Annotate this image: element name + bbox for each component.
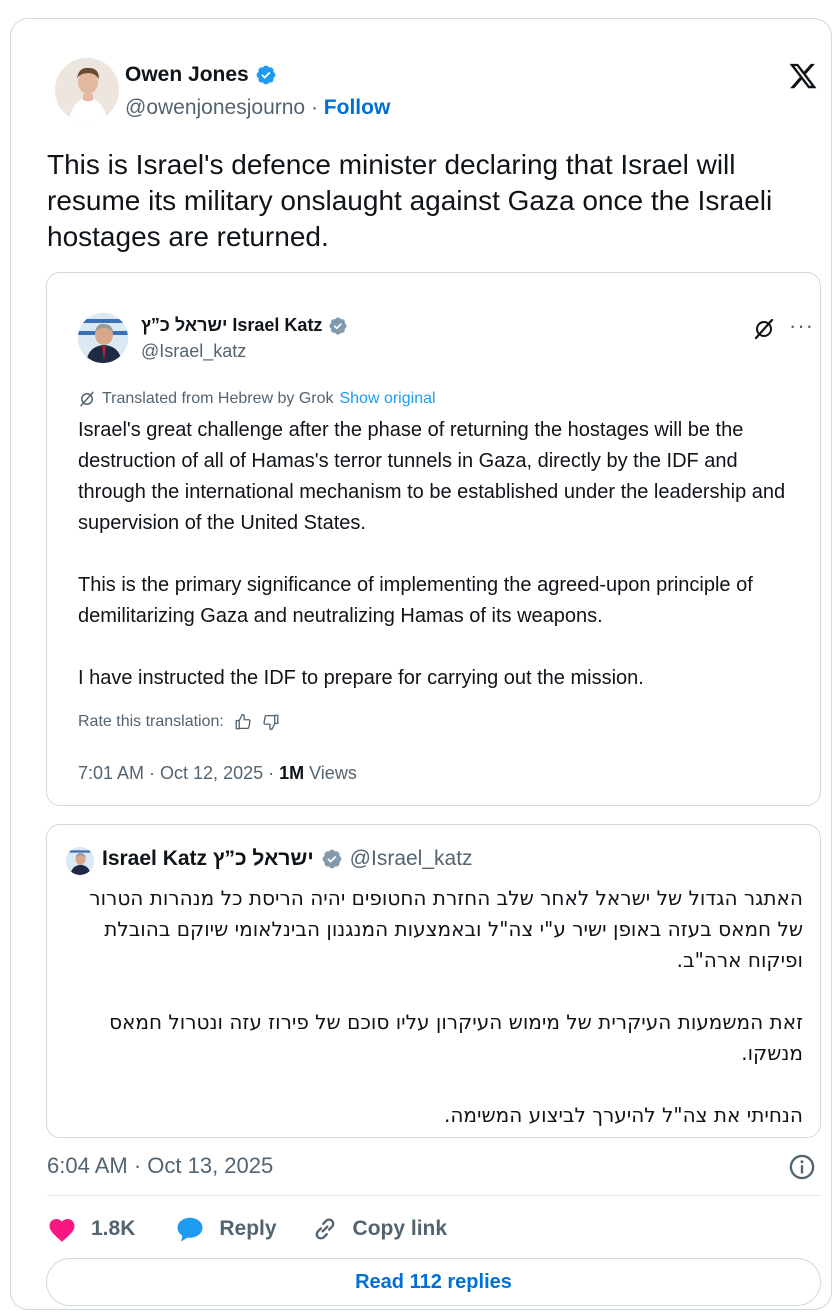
grok-small-icon [80,391,94,407]
author-handle[interactable]: @owenjonesjourno [125,96,305,119]
views-label: Views [304,763,357,783]
gray-verified-badge-icon [329,316,347,335]
verified-badge-icon [256,65,276,85]
copy-link-button[interactable]: Copy link [311,1215,448,1243]
rate-label: Rate this translation: [78,713,224,730]
x-logo-icon[interactable] [787,61,819,91]
author-name-row[interactable]: Owen Jones [125,63,277,87]
more-options-icon[interactable]: ··· [789,313,814,339]
author-handle-row: @owenjonesjourno · Follow [125,96,390,120]
action-bar: 1.8K Reply Copy link [47,1213,447,1245]
like-count: 1.8K [91,1217,136,1240]
heart-icon [49,1219,75,1242]
gray-verified-badge-icon [322,849,342,869]
quoted-tweet-card[interactable]: ישראל כ”ץ Israel Katz @Israel_katz ··· T… [46,272,821,806]
original-author-handle[interactable]: @Israel_katz [350,847,473,871]
divider [47,1195,821,1196]
reply-label: Reply [219,1217,277,1240]
reply-button[interactable]: Reply [175,1215,277,1243]
follow-button[interactable]: Follow [324,96,391,119]
thumbs-down-icon[interactable] [262,713,280,731]
original-paragraph: זאת המשמעות העיקרית של מימוש העיקרון עלי… [109,1010,803,1065]
quoted-author-avatar[interactable] [78,313,128,363]
grok-icon[interactable] [752,317,776,341]
tweet-timestamp[interactable]: 6:04 AM · Oct 13, 2025 [47,1153,273,1179]
original-tweet-text: האתגר הגדול של ישראל לאחר שלב החזרת החטו… [73,883,803,1162]
quoted-paragraph: I have instructed the IDF to prepare for… [78,667,644,689]
translated-label: Translated from Hebrew by Grok [102,390,334,407]
rate-translation: Rate this translation: [78,713,280,731]
quoted-tweet-text: Israel's great challenge after the phase… [78,415,808,725]
original-author-avatar[interactable] [66,847,94,875]
copy-link-label: Copy link [352,1217,448,1240]
original-author-row[interactable]: Israel Katz ישראל כ”ץ @Israel_katz [102,847,473,871]
original-paragraph: הנחיתי את צה"ל להיערך לביצוע המשימה. [443,1103,803,1127]
quoted-author-name[interactable]: ישראל כ”ץ Israel Katz [141,315,322,336]
translation-notice: Translated from Hebrew by Grok Show orig… [78,390,436,408]
reply-bubble-icon [177,1217,203,1242]
quoted-paragraph: Israel's great challenge after the phase… [78,419,786,534]
link-icon [315,1218,334,1240]
quoted-author-handle[interactable]: @Israel_katz [141,341,246,362]
quoted-tweet-meta: 7:01 AM · Oct 12, 2025 · 1M Views [78,763,357,784]
quoted-paragraph: This is the primary significance of impl… [78,574,753,627]
read-replies-button[interactable]: Read 112 replies [46,1258,821,1306]
tweet-text: This is Israel's defence minister declar… [47,149,773,252]
show-original-link[interactable]: Show original [339,390,435,408]
handle-separator: · [310,96,318,119]
original-paragraph: האתגר הגדול של ישראל לאחר שלב החזרת החטו… [89,886,803,972]
info-icon[interactable] [788,1153,816,1181]
author-avatar[interactable] [55,58,119,122]
thumbs-up-icon[interactable] [234,713,252,731]
embedded-tweet-card: Owen Jones @owenjonesjourno · Follow Thi… [10,18,832,1310]
author-name[interactable]: Owen Jones [125,63,249,87]
original-author-name[interactable]: Israel Katz ישראל כ”ץ [102,847,314,871]
quoted-time[interactable]: 7:01 AM · Oct 12, 2025 · [78,763,279,783]
like-button[interactable]: 1.8K [47,1215,135,1243]
original-tweet-card[interactable]: Israel Katz ישראל כ”ץ @Israel_katz האתגר… [46,824,821,1138]
quoted-author-name-row[interactable]: ישראל כ”ץ Israel Katz [141,315,348,336]
views-count: 1M [279,763,305,783]
